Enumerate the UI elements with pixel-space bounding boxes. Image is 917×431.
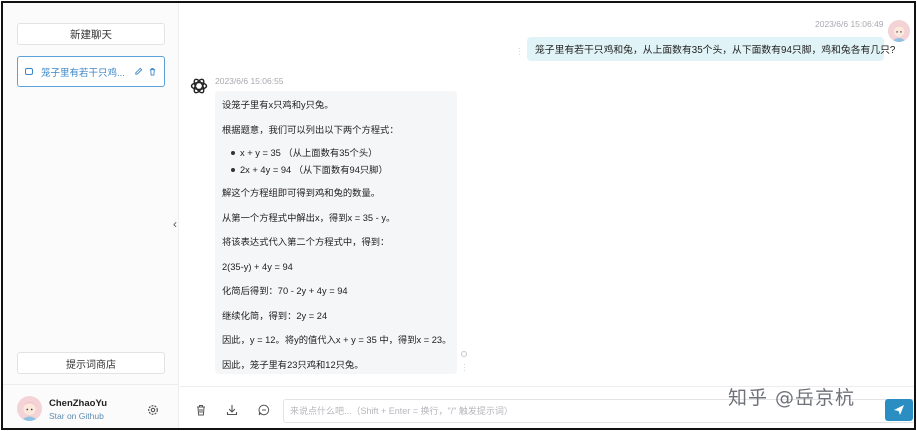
chat-bubble-icon [25,68,33,75]
send-icon [894,405,904,415]
message-line: 将该表达式代入第二个方程式中，得到： [222,237,390,247]
message-timestamp: 2023/6/6 15:06:55 [215,76,284,86]
message-line: 继续化简，得到：2y = 24 [222,310,328,321]
assistant-message-bubble: 设笼子里有x只鸡和y只兔。 根据题意，我们可以列出以下两个方程式： x + y … [215,91,457,374]
divider [3,384,179,385]
message-input[interactable] [290,404,710,418]
chat-list-item[interactable]: 笼子里有若干只鸡... [17,56,165,87]
message-line: 解这个方程组即可得到鸡和兔的数量。 [222,188,381,198]
prompt-store-button[interactable]: 提示词商店 [17,352,165,374]
chat-mode-icon[interactable] [257,403,270,416]
avatar [17,396,42,421]
message-timestamp: 2023/6/6 15:06:49 [815,19,884,29]
message-line: 设笼子里有x只鸡和y只兔。 [222,100,334,110]
copy-icon[interactable] [461,351,467,357]
download-icon[interactable] [225,403,238,416]
user-name: ChenZhaoYu [49,398,108,409]
send-button[interactable] [885,399,913,421]
app-window: 新建聊天 笼子里有若干只鸡... 提示词商店 ChenZhaoYu Star o… [1,1,916,430]
github-link[interactable]: Star on Github [49,411,104,421]
equation-list: x + y = 35 （从上面数有35个头） 2x + 4y = 94 （从下面… [222,146,450,180]
message-line: 从第一个方程式中解出x，得到x = 35 - y。 [222,212,396,223]
list-item: 2x + 4y = 94 （从下面数有94只脚） [230,163,450,180]
list-item: x + y = 35 （从上面数有35个头） [230,146,450,163]
message-line: 2(35-y) + 4y = 94 [222,261,293,272]
chevron-left-icon[interactable]: ‹ [173,217,177,231]
watermark: 知乎 @岳京杭 [728,387,856,409]
user-message-bubble: 笼子里有若干只鸡和兔，从上面数有35个头，从下面数有94只脚，鸡和兔各有几只? [527,37,895,61]
more-options-icon[interactable]: · · · [463,361,466,375]
more-options-icon[interactable]: · · · [518,45,521,59]
delete-icon[interactable] [147,67,157,77]
message-line: 因此，y = 12。将y的值代入x + y = 35 中，得到x = 23。 [222,335,452,345]
trash-icon[interactable] [194,403,207,416]
message-line: 化简后得到：70 - 2y + 4y = 94 [222,286,348,296]
new-chat-button[interactable]: 新建聊天 [17,23,165,45]
message-line: 因此，笼子里有23只鸡和12只兔。 [222,359,364,370]
gear-icon[interactable] [147,403,159,415]
message-line: 根据题意，我们可以列出以下两个方程式： [222,124,399,135]
avatar [888,20,910,42]
chat-item-title: 笼子里有若干只鸡... [41,67,125,79]
sidebar: 新建聊天 笼子里有若干只鸡... 提示词商店 ChenZhaoYu Star o… [3,3,179,428]
openai-logo-icon [189,76,209,96]
edit-icon[interactable] [133,67,143,77]
